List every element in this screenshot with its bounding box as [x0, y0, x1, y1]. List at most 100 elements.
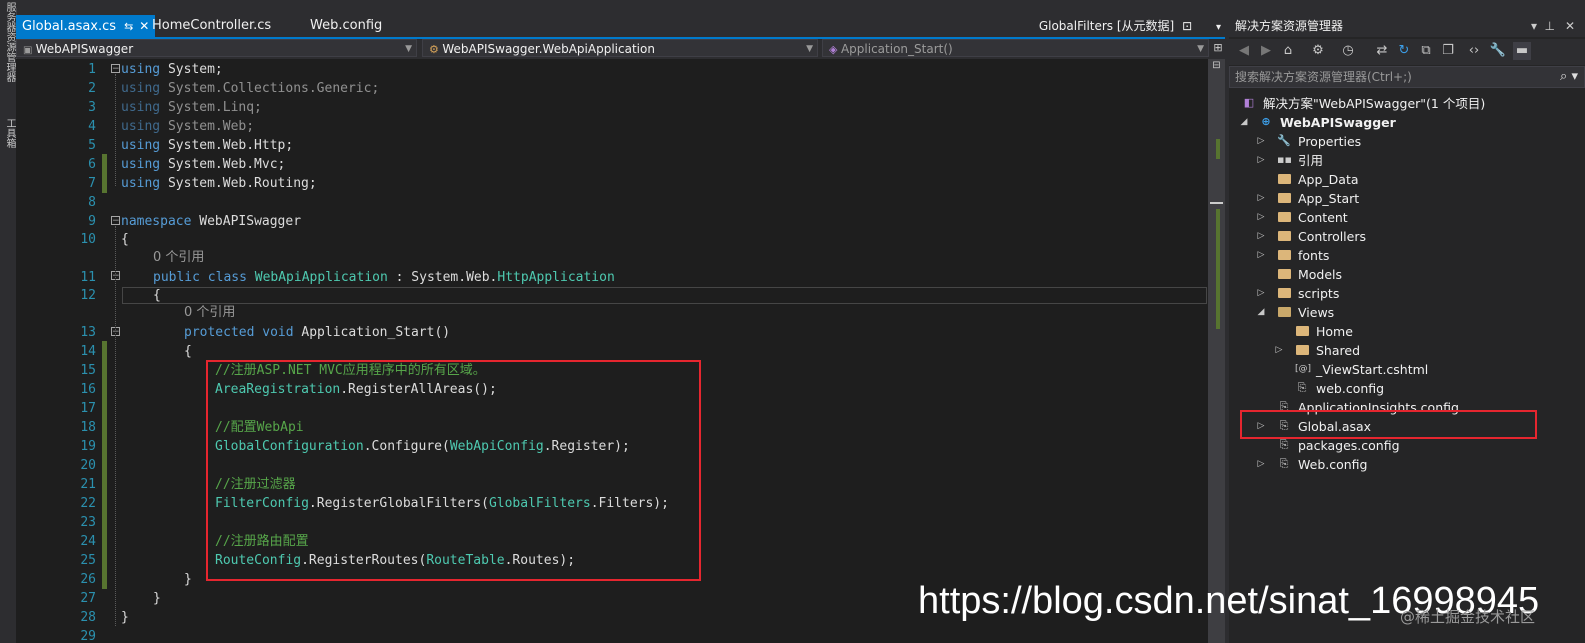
line-number: 1	[88, 62, 96, 77]
tree-item-home[interactable]: Home	[1229, 322, 1585, 341]
tree-item-references[interactable]: ▷ ▪▪ 引用	[1229, 151, 1585, 170]
code-line: using System.Web.Routing;	[121, 174, 317, 193]
line-number: 8	[88, 195, 96, 210]
navigation-bar: ▣ WebAPISwagger ▼ ⚙ WebAPISwagger.WebApiA…	[16, 39, 1225, 58]
codelens-references[interactable]: 0 个引用	[184, 304, 235, 322]
code-editor[interactable]: 1 2 3 4 5 6 7 8 9 10 11 12 13 14 15 16 1…	[16, 59, 1225, 643]
line-number: 18	[80, 420, 96, 435]
tree-item-controllers[interactable]: ▷ Controllers	[1229, 227, 1585, 246]
tree-item-shared[interactable]: ▷ Shared	[1229, 341, 1585, 360]
split-handle-icon[interactable]: ⊟	[1211, 61, 1222, 71]
collapsed-arrow-icon[interactable]: ▷	[1256, 246, 1266, 265]
server-explorer-tab[interactable]: 服务器资源管理器	[1, 2, 15, 82]
tree-item-viewstart[interactable]: [@] _ViewStart.cshtml	[1229, 360, 1585, 379]
expanded-arrow-icon[interactable]: ◢	[1256, 303, 1266, 322]
tree-item-views[interactable]: ◢ Views	[1229, 303, 1585, 322]
class-dropdown-value: WebAPISwagger.WebApiApplication	[442, 42, 655, 56]
code-line: }	[121, 610, 129, 625]
line-number: 6	[88, 157, 96, 172]
tab-global-asax-cs[interactable]: Global.asax.cs ⇆ ✕	[16, 15, 156, 37]
close-icon[interactable]: ✕	[1565, 15, 1575, 37]
references-icon: ▪▪	[1277, 153, 1292, 166]
history-icon[interactable]: ◷	[1339, 42, 1357, 60]
tree-item-label: 解决方案"WebAPISwagger"(1 个项目)	[1263, 96, 1486, 111]
collapsed-arrow-icon[interactable]: ▷	[1274, 341, 1284, 360]
tab-overflow-icon[interactable]: ▾	[1216, 22, 1221, 33]
properties-wrench-icon[interactable]: 🔧	[1489, 42, 1507, 60]
line-number: 11	[80, 270, 96, 285]
tab-globalfilters-metadata[interactable]: GlobalFilters [从元数据] ⊡ ▾	[1039, 15, 1221, 37]
tab-homecontroller-cs[interactable]: HomeController.cs	[146, 15, 277, 37]
line-number: 22	[80, 496, 96, 511]
collapsed-arrow-icon[interactable]: ▷	[1256, 132, 1266, 151]
split-window-icon[interactable]: ⊞	[1211, 39, 1225, 57]
class-dropdown[interactable]: ⚙ WebAPISwagger.WebApiApplication ▼	[422, 39, 818, 57]
collapsed-arrow-icon[interactable]: ▷	[1256, 151, 1266, 170]
pin-icon[interactable]: ⊡	[1182, 19, 1192, 33]
editor-vertical-scrollbar[interactable]: ⊟	[1208, 59, 1225, 643]
line-number: 26	[80, 572, 96, 587]
search-icon[interactable]: ⌕ ▾	[1560, 67, 1578, 87]
collapse-all-icon[interactable]: ⧉	[1417, 42, 1435, 60]
project-dropdown[interactable]: ▣ WebAPISwagger ▼	[16, 39, 417, 57]
tab-label: HomeController.cs	[152, 18, 272, 33]
home-icon[interactable]: ⌂	[1279, 42, 1297, 60]
collapse-toggle-icon[interactable]: −	[111, 64, 120, 74]
panel-title-bar: 解决方案资源管理器 ▾ ⊥ ✕	[1229, 15, 1585, 37]
sync-icon[interactable]: ⇄	[1373, 42, 1391, 60]
folder-icon	[1277, 210, 1291, 224]
line-number: 13	[80, 325, 96, 340]
refresh-icon[interactable]: ↻	[1395, 42, 1413, 60]
namespace-ref: System.Web.Routing;	[167, 176, 317, 191]
tree-item-app-data[interactable]: App_Data	[1229, 170, 1585, 189]
tree-item-label: Views	[1298, 305, 1335, 320]
view-code-icon[interactable]: ‹›	[1465, 42, 1483, 60]
line-number: 10	[80, 232, 96, 247]
tree-item-label: Web.config	[1298, 457, 1368, 472]
keyword: using	[121, 81, 161, 96]
toolbox-tab[interactable]: 工具箱	[1, 118, 15, 148]
folder-open-icon	[1277, 305, 1291, 319]
line-number: 15	[80, 363, 96, 378]
tab-label: GlobalFilters [从元数据]	[1038, 19, 1175, 33]
tree-item-models[interactable]: Models	[1229, 265, 1585, 284]
code-line: using System;	[121, 60, 223, 79]
wrench-icon: 🔧	[1277, 134, 1291, 147]
dropdown-icon[interactable]: ▾	[1531, 15, 1537, 37]
collapsed-arrow-icon[interactable]: ▷	[1256, 208, 1266, 227]
tree-item-views-web-config[interactable]: ⎘ web.config	[1229, 379, 1585, 398]
collapsed-arrow-icon[interactable]: ▷	[1256, 189, 1266, 208]
folder-icon	[1277, 172, 1291, 186]
tree-item-scripts[interactable]: ▷ scripts	[1229, 284, 1585, 303]
tree-item-project[interactable]: ◢ ⊕ WebAPISwagger	[1229, 113, 1585, 132]
tree-item-solution[interactable]: ◧ 解决方案"WebAPISwagger"(1 个项目)	[1229, 94, 1585, 113]
tree-item-label: scripts	[1298, 286, 1340, 301]
codelens-references[interactable]: 0 个引用	[153, 249, 204, 267]
change-marker	[102, 154, 107, 193]
forward-icon[interactable]: ▶	[1257, 42, 1275, 60]
keyword: using	[121, 157, 161, 172]
collapsed-arrow-icon[interactable]: ▷	[1256, 455, 1266, 474]
solution-explorer-search[interactable]: 搜索解决方案资源管理器(Ctrl+;) ⌕ ▾	[1229, 66, 1585, 88]
show-all-files-icon[interactable]: ❐	[1439, 42, 1457, 60]
collapse-toggle-icon[interactable]: −	[111, 216, 120, 226]
preview-selected-icon[interactable]: ▬	[1513, 42, 1531, 60]
member-dropdown[interactable]: ◈ Application_Start() ▼	[822, 39, 1209, 57]
tree-item-label: Home	[1316, 324, 1353, 339]
tree-item-properties[interactable]: ▷ 🔧 Properties	[1229, 132, 1585, 151]
tree-item-label: Content	[1298, 210, 1348, 225]
pin-icon[interactable]: ⇆	[124, 20, 133, 33]
tab-web-config[interactable]: Web.config	[304, 15, 388, 37]
tree-item-app-start[interactable]: ▷ App_Start	[1229, 189, 1585, 208]
code-line: namespace WebAPISwagger	[121, 212, 301, 231]
pin-icon[interactable]: ⊥	[1545, 15, 1555, 37]
pending-changes-icon[interactable]: ⚙	[1309, 42, 1327, 60]
tree-item-web-config[interactable]: ▷ ⎘ Web.config	[1229, 455, 1585, 474]
expanded-arrow-icon[interactable]: ◢	[1239, 113, 1249, 132]
collapsed-arrow-icon[interactable]: ▷	[1256, 284, 1266, 303]
collapsed-arrow-icon[interactable]: ▷	[1256, 227, 1266, 246]
tree-item-content[interactable]: ▷ Content	[1229, 208, 1585, 227]
highlight-box	[1240, 410, 1537, 439]
tree-item-fonts[interactable]: ▷ fonts	[1229, 246, 1585, 265]
back-icon[interactable]: ◀	[1235, 42, 1253, 60]
